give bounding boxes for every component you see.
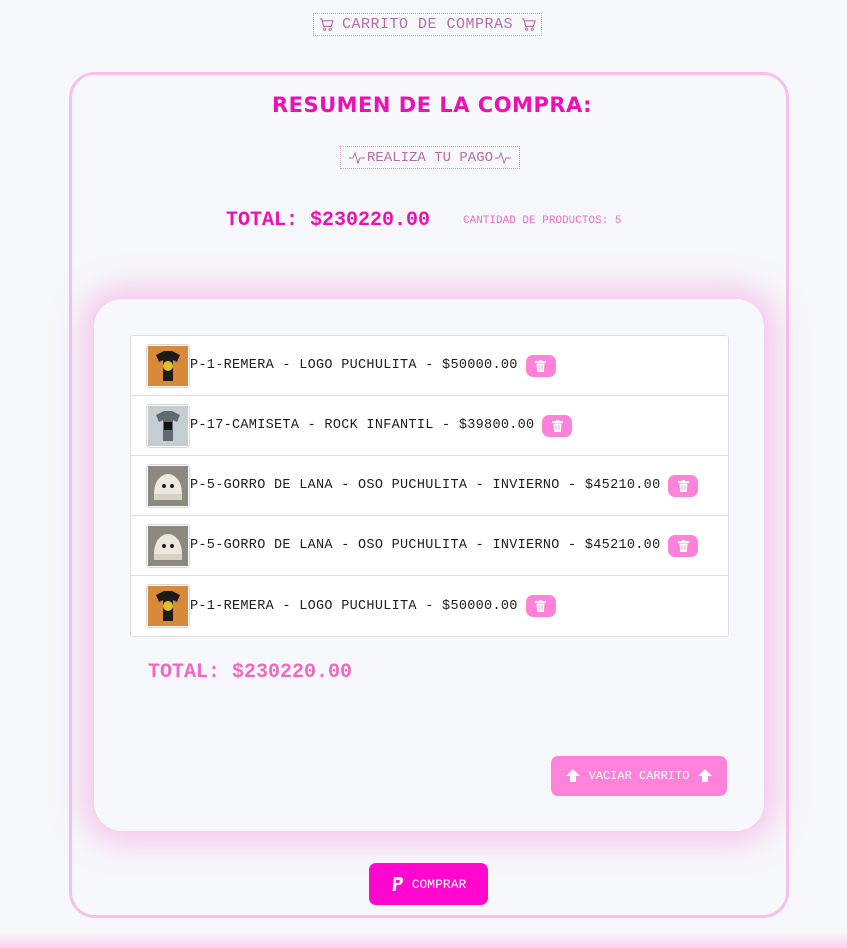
summary-total: TOTAL: $230220.00 — [226, 209, 431, 232]
cart-item-label: P-1-REMERA - LOGO PUCHULITA - $50000.00 — [190, 358, 518, 373]
paypal-icon — [392, 876, 403, 891]
empty-cart-label: VACIAR CARRITO — [588, 769, 690, 783]
bottom-glow — [0, 932, 847, 948]
trash-icon — [551, 419, 563, 432]
summary-card: RESUMEN DE LA COMPRA: REALIZA TU PAGO TO… — [69, 72, 789, 918]
pay-label-box: REALIZA TU PAGO — [340, 146, 520, 169]
pay-label: REALIZA TU PAGO — [366, 149, 494, 166]
delete-item-button[interactable] — [525, 354, 556, 377]
empty-cart-button[interactable]: VACIAR CARRITO — [551, 756, 727, 796]
beanie-thumbnail-icon — [146, 523, 190, 568]
shopping-cart-icon — [521, 18, 536, 31]
buy-button[interactable]: COMPRAR — [369, 863, 488, 905]
shopping-cart-icon — [319, 18, 334, 31]
product-count: CANTIDAD DE PRODUCTOS: 5 — [463, 215, 622, 227]
trash-icon — [677, 479, 689, 492]
cart-total: TOTAL: $230220.00 — [148, 661, 353, 684]
cart-item-label: P-17-CAMISETA - ROCK INFANTIL - $39800.0… — [190, 418, 535, 433]
trash-icon — [677, 539, 689, 552]
cart-item-label: P-1-REMERA - LOGO PUCHULITA - $50000.00 — [190, 598, 518, 614]
trash-icon — [535, 600, 547, 612]
cart-item-list: P-1-REMERA - LOGO PUCHULITA - $50000.00 … — [130, 335, 729, 637]
delete-item-button[interactable] — [668, 474, 699, 497]
heartbeat-icon — [348, 151, 365, 164]
black-tshirt-thumbnail-icon — [146, 343, 190, 388]
delete-item-button[interactable] — [542, 414, 573, 437]
beanie-thumbnail-icon — [146, 463, 190, 508]
cart-header: CARRITO DE COMPRAS — [313, 13, 542, 36]
cart-item: P-1-REMERA - LOGO PUCHULITA - $50000.00 — [131, 336, 728, 396]
buy-label: COMPRAR — [411, 876, 467, 892]
gray-tshirt-thumbnail-icon — [146, 403, 190, 448]
cart-item: P-5-GORRO DE LANA - OSO PUCHULITA - INVI… — [131, 516, 728, 576]
cart-item-label: P-5-GORRO DE LANA - OSO PUCHULITA - INVI… — [190, 478, 661, 493]
page: CARRITO DE COMPRAS RESUMEN DE LA COMPRA:… — [0, 0, 847, 948]
black-tshirt-thumbnail-icon — [146, 584, 190, 628]
arrow-up-icon — [565, 769, 580, 782]
cart-header-title: CARRITO DE COMPRAS — [341, 16, 514, 33]
heartbeat-icon — [495, 151, 512, 164]
cart-item-label: P-5-GORRO DE LANA - OSO PUCHULITA - INVI… — [190, 538, 661, 553]
cart-item: P-5-GORRO DE LANA - OSO PUCHULITA - INVI… — [131, 456, 728, 516]
arrow-up-icon — [698, 769, 713, 782]
delete-item-button[interactable] — [525, 595, 556, 617]
summary-title: RESUMEN DE LA COMPRA: — [271, 93, 593, 117]
cart-item: P-17-CAMISETA - ROCK INFANTIL - $39800.0… — [131, 396, 728, 456]
delete-item-button[interactable] — [668, 534, 699, 557]
cart-item: P-1-REMERA - LOGO PUCHULITA - $50000.00 — [131, 576, 728, 636]
cart-items-card: P-1-REMERA - LOGO PUCHULITA - $50000.00 … — [94, 299, 764, 831]
trash-icon — [535, 359, 547, 372]
